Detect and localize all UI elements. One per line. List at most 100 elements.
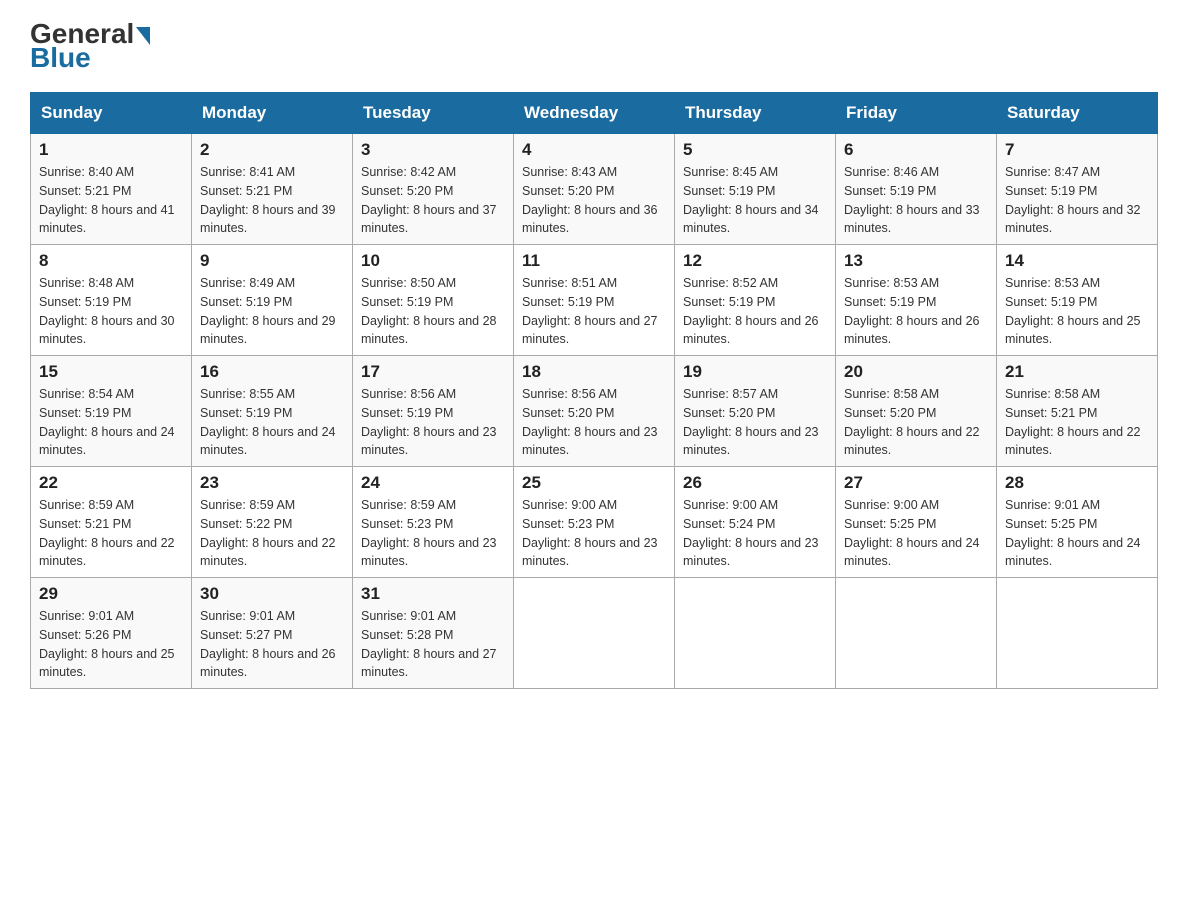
calendar-cell: 2 Sunrise: 8:41 AMSunset: 5:21 PMDaylight… bbox=[192, 134, 353, 245]
day-number: 20 bbox=[844, 362, 988, 382]
day-number: 6 bbox=[844, 140, 988, 160]
weekday-header-sunday: Sunday bbox=[31, 93, 192, 134]
calendar-cell bbox=[997, 578, 1158, 689]
day-number: 22 bbox=[39, 473, 183, 493]
weekday-header-wednesday: Wednesday bbox=[514, 93, 675, 134]
calendar-cell: 23 Sunrise: 8:59 AMSunset: 5:22 PMDayligh… bbox=[192, 467, 353, 578]
page-header: General Blue bbox=[30, 20, 1158, 72]
day-number: 27 bbox=[844, 473, 988, 493]
calendar-week-row: 15Sunrise: 8:54 AMSunset: 5:19 PMDayligh… bbox=[31, 356, 1158, 467]
day-number: 13 bbox=[844, 251, 988, 271]
calendar-cell: 3 Sunrise: 8:42 AMSunset: 5:20 PMDaylight… bbox=[353, 134, 514, 245]
day-number: 19 bbox=[683, 362, 827, 382]
calendar-cell: 7 Sunrise: 8:47 AMSunset: 5:19 PMDaylight… bbox=[997, 134, 1158, 245]
day-info: Sunrise: 8:56 AMSunset: 5:20 PMDaylight:… bbox=[522, 385, 666, 460]
day-number: 31 bbox=[361, 584, 505, 604]
day-number: 21 bbox=[1005, 362, 1149, 382]
calendar-cell: 22 Sunrise: 8:59 AMSunset: 5:21 PMDayligh… bbox=[31, 467, 192, 578]
day-number: 17 bbox=[361, 362, 505, 382]
day-info: Sunrise: 8:40 AMSunset: 5:21 PMDaylight:… bbox=[39, 163, 183, 238]
day-number: 1 bbox=[39, 140, 183, 160]
day-info: Sunrise: 8:59 AMSunset: 5:23 PMDaylight:… bbox=[361, 496, 505, 571]
calendar-week-row: 1 Sunrise: 8:40 AMSunset: 5:21 PMDaylight… bbox=[31, 134, 1158, 245]
calendar-cell: 9 Sunrise: 8:49 AMSunset: 5:19 PMDaylight… bbox=[192, 245, 353, 356]
calendar-cell: 29 Sunrise: 9:01 AMSunset: 5:26 PMDayligh… bbox=[31, 578, 192, 689]
day-number: 3 bbox=[361, 140, 505, 160]
day-number: 12 bbox=[683, 251, 827, 271]
day-number: 26 bbox=[683, 473, 827, 493]
logo-blue-text: Blue bbox=[30, 44, 150, 72]
calendar-table: SundayMondayTuesdayWednesdayThursdayFrid… bbox=[30, 92, 1158, 689]
calendar-cell: 21 Sunrise: 8:58 AMSunset: 5:21 PMDayligh… bbox=[997, 356, 1158, 467]
day-info: Sunrise: 9:00 AMSunset: 5:24 PMDaylight:… bbox=[683, 496, 827, 571]
day-number: 14 bbox=[1005, 251, 1149, 271]
day-info: Sunrise: 8:55 AMSunset: 5:19 PMDaylight:… bbox=[200, 385, 344, 460]
day-number: 8 bbox=[39, 251, 183, 271]
day-info: Sunrise: 8:58 AMSunset: 5:20 PMDaylight:… bbox=[844, 385, 988, 460]
calendar-cell: 4 Sunrise: 8:43 AMSunset: 5:20 PMDaylight… bbox=[514, 134, 675, 245]
calendar-cell: 20 Sunrise: 8:58 AMSunset: 5:20 PMDayligh… bbox=[836, 356, 997, 467]
weekday-header-monday: Monday bbox=[192, 93, 353, 134]
calendar-cell: 25Sunrise: 9:00 AMSunset: 5:23 PMDayligh… bbox=[514, 467, 675, 578]
day-info: Sunrise: 9:01 AMSunset: 5:25 PMDaylight:… bbox=[1005, 496, 1149, 571]
calendar-cell: 17 Sunrise: 8:56 AMSunset: 5:19 PMDayligh… bbox=[353, 356, 514, 467]
day-info: Sunrise: 9:00 AMSunset: 5:25 PMDaylight:… bbox=[844, 496, 988, 571]
day-info: Sunrise: 8:57 AMSunset: 5:20 PMDaylight:… bbox=[683, 385, 827, 460]
day-info: Sunrise: 8:52 AMSunset: 5:19 PMDaylight:… bbox=[683, 274, 827, 349]
day-number: 11 bbox=[522, 251, 666, 271]
weekday-header-friday: Friday bbox=[836, 93, 997, 134]
logo: General Blue bbox=[30, 20, 150, 72]
day-info: Sunrise: 9:01 AMSunset: 5:26 PMDaylight:… bbox=[39, 607, 183, 682]
day-number: 9 bbox=[200, 251, 344, 271]
day-info: Sunrise: 8:46 AMSunset: 5:19 PMDaylight:… bbox=[844, 163, 988, 238]
calendar-cell: 5Sunrise: 8:45 AMSunset: 5:19 PMDaylight… bbox=[675, 134, 836, 245]
weekday-header-thursday: Thursday bbox=[675, 93, 836, 134]
calendar-week-row: 22 Sunrise: 8:59 AMSunset: 5:21 PMDayligh… bbox=[31, 467, 1158, 578]
calendar-cell: 8 Sunrise: 8:48 AMSunset: 5:19 PMDaylight… bbox=[31, 245, 192, 356]
day-number: 28 bbox=[1005, 473, 1149, 493]
day-info: Sunrise: 8:41 AMSunset: 5:21 PMDaylight:… bbox=[200, 163, 344, 238]
calendar-week-row: 8 Sunrise: 8:48 AMSunset: 5:19 PMDaylight… bbox=[31, 245, 1158, 356]
day-number: 30 bbox=[200, 584, 344, 604]
weekday-header-saturday: Saturday bbox=[997, 93, 1158, 134]
calendar-cell: 15Sunrise: 8:54 AMSunset: 5:19 PMDayligh… bbox=[31, 356, 192, 467]
day-info: Sunrise: 8:59 AMSunset: 5:21 PMDaylight:… bbox=[39, 496, 183, 571]
day-number: 18 bbox=[522, 362, 666, 382]
calendar-cell: 27 Sunrise: 9:00 AMSunset: 5:25 PMDayligh… bbox=[836, 467, 997, 578]
calendar-cell: 11 Sunrise: 8:51 AMSunset: 5:19 PMDayligh… bbox=[514, 245, 675, 356]
day-info: Sunrise: 8:45 AMSunset: 5:19 PMDaylight:… bbox=[683, 163, 827, 238]
day-info: Sunrise: 8:56 AMSunset: 5:19 PMDaylight:… bbox=[361, 385, 505, 460]
calendar-cell: 16 Sunrise: 8:55 AMSunset: 5:19 PMDayligh… bbox=[192, 356, 353, 467]
calendar-cell bbox=[836, 578, 997, 689]
day-info: Sunrise: 8:42 AMSunset: 5:20 PMDaylight:… bbox=[361, 163, 505, 238]
calendar-cell: 18 Sunrise: 8:56 AMSunset: 5:20 PMDayligh… bbox=[514, 356, 675, 467]
day-number: 23 bbox=[200, 473, 344, 493]
day-info: Sunrise: 8:48 AMSunset: 5:19 PMDaylight:… bbox=[39, 274, 183, 349]
calendar-cell: 6 Sunrise: 8:46 AMSunset: 5:19 PMDaylight… bbox=[836, 134, 997, 245]
day-number: 7 bbox=[1005, 140, 1149, 160]
day-info: Sunrise: 8:47 AMSunset: 5:19 PMDaylight:… bbox=[1005, 163, 1149, 238]
calendar-cell: 24 Sunrise: 8:59 AMSunset: 5:23 PMDayligh… bbox=[353, 467, 514, 578]
calendar-cell: 19 Sunrise: 8:57 AMSunset: 5:20 PMDayligh… bbox=[675, 356, 836, 467]
day-info: Sunrise: 9:01 AMSunset: 5:28 PMDaylight:… bbox=[361, 607, 505, 682]
calendar-cell: 14Sunrise: 8:53 AMSunset: 5:19 PMDayligh… bbox=[997, 245, 1158, 356]
day-number: 4 bbox=[522, 140, 666, 160]
calendar-cell: 28 Sunrise: 9:01 AMSunset: 5:25 PMDayligh… bbox=[997, 467, 1158, 578]
calendar-cell: 31 Sunrise: 9:01 AMSunset: 5:28 PMDayligh… bbox=[353, 578, 514, 689]
day-number: 16 bbox=[200, 362, 344, 382]
day-info: Sunrise: 8:51 AMSunset: 5:19 PMDaylight:… bbox=[522, 274, 666, 349]
calendar-cell: 1 Sunrise: 8:40 AMSunset: 5:21 PMDaylight… bbox=[31, 134, 192, 245]
day-info: Sunrise: 9:00 AMSunset: 5:23 PMDaylight:… bbox=[522, 496, 666, 571]
day-info: Sunrise: 8:58 AMSunset: 5:21 PMDaylight:… bbox=[1005, 385, 1149, 460]
day-number: 2 bbox=[200, 140, 344, 160]
day-number: 24 bbox=[361, 473, 505, 493]
day-info: Sunrise: 8:43 AMSunset: 5:20 PMDaylight:… bbox=[522, 163, 666, 238]
day-info: Sunrise: 8:50 AMSunset: 5:19 PMDaylight:… bbox=[361, 274, 505, 349]
day-info: Sunrise: 8:59 AMSunset: 5:22 PMDaylight:… bbox=[200, 496, 344, 571]
day-info: Sunrise: 8:53 AMSunset: 5:19 PMDaylight:… bbox=[844, 274, 988, 349]
weekday-header-tuesday: Tuesday bbox=[353, 93, 514, 134]
day-number: 29 bbox=[39, 584, 183, 604]
calendar-cell: 30Sunrise: 9:01 AMSunset: 5:27 PMDayligh… bbox=[192, 578, 353, 689]
day-number: 10 bbox=[361, 251, 505, 271]
day-info: Sunrise: 8:49 AMSunset: 5:19 PMDaylight:… bbox=[200, 274, 344, 349]
